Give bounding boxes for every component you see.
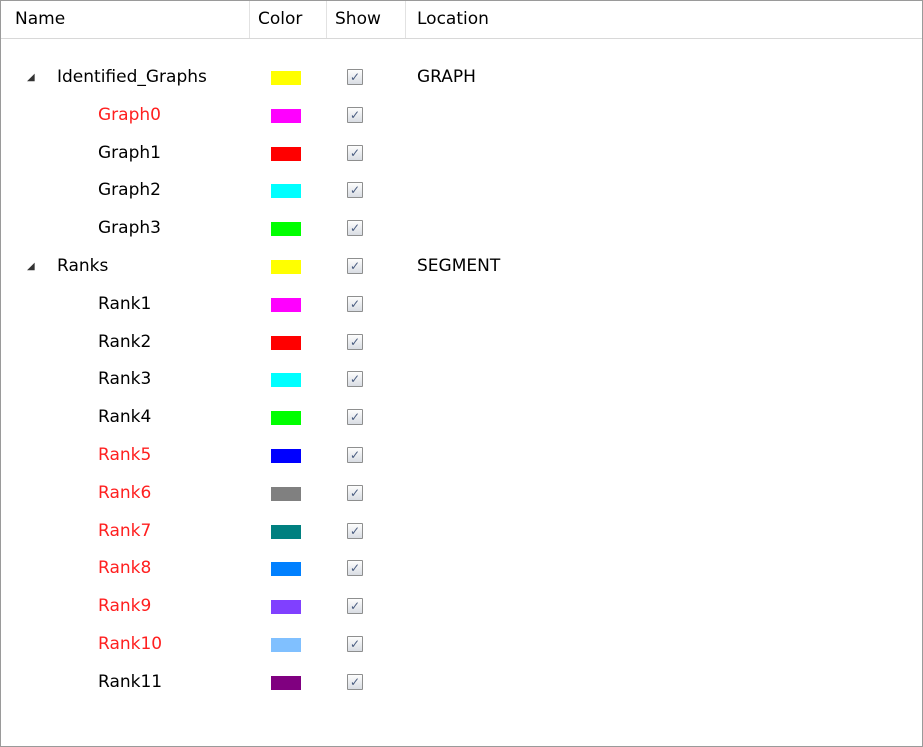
show-checkbox[interactable]: ✓	[347, 446, 363, 463]
checkmark-icon: ✓	[349, 296, 361, 311]
row-name-label: Ranks	[57, 255, 109, 276]
tree-item-row[interactable]: Rank8 ✓	[1, 550, 922, 588]
row-name-label: Rank8	[98, 558, 152, 579]
color-swatch[interactable]	[271, 486, 301, 501]
row-name-label: Graph1	[98, 142, 161, 163]
show-checkbox[interactable]: ✓	[347, 295, 363, 312]
show-checkbox[interactable]: ✓	[347, 635, 363, 652]
checkmark-icon: ✓	[349, 485, 361, 500]
show-checkbox[interactable]: ✓	[347, 69, 363, 85]
row-name-label: Rank2	[98, 331, 152, 352]
checkmark-icon: ✓	[349, 674, 361, 689]
column-header-color[interactable]: Color	[250, 1, 327, 38]
color-swatch[interactable]	[271, 562, 301, 577]
row-name-label: Graph3	[98, 218, 161, 239]
color-swatch[interactable]	[271, 146, 301, 161]
tree-item-row[interactable]: Graph2 ✓	[1, 172, 922, 210]
show-checkbox[interactable]: ✓	[347, 106, 363, 123]
tree-item-row[interactable]: Rank11 ✓	[1, 664, 922, 702]
row-location-label: SEGMENT	[417, 255, 501, 276]
checkmark-icon: ✓	[349, 410, 361, 425]
checkmark-icon: ✓	[349, 599, 361, 614]
color-swatch[interactable]	[271, 222, 301, 237]
color-swatch[interactable]	[271, 71, 301, 85]
tree-item-row[interactable]: Rank2 ✓	[1, 324, 922, 362]
show-checkbox[interactable]: ✓	[347, 484, 363, 501]
row-name-label: Graph0	[98, 104, 161, 125]
row-name-label: Rank9	[98, 596, 152, 617]
row-name-label: Identified_Graphs	[57, 67, 207, 87]
tree-item-row[interactable]: Rank9 ✓	[1, 588, 922, 626]
show-checkbox[interactable]: ✓	[347, 333, 363, 350]
show-checkbox[interactable]: ✓	[347, 144, 363, 161]
checkmark-icon: ✓	[349, 334, 361, 349]
tree-item-row[interactable]: Rank7 ✓	[1, 513, 922, 551]
show-checkbox[interactable]: ✓	[347, 257, 363, 274]
show-checkbox[interactable]: ✓	[347, 409, 363, 426]
color-swatch[interactable]	[271, 448, 301, 463]
column-header-show[interactable]: Show	[327, 1, 406, 38]
checkmark-icon: ✓	[349, 561, 361, 576]
color-swatch[interactable]	[271, 675, 301, 690]
show-checkbox[interactable]: ✓	[347, 560, 363, 577]
show-checkbox[interactable]: ✓	[347, 598, 363, 615]
tree-item-row[interactable]: Rank5 ✓	[1, 437, 922, 475]
row-name-label: Rank10	[98, 633, 163, 654]
tree-item-row[interactable]: Rank4 ✓	[1, 399, 922, 437]
row-name-label: Rank6	[98, 482, 152, 503]
color-swatch[interactable]	[271, 259, 301, 274]
expand-triangle-icon[interactable]: ◢	[27, 59, 35, 97]
checkmark-icon: ✓	[349, 183, 361, 198]
color-swatch[interactable]	[271, 411, 301, 426]
row-name-label: Rank5	[98, 444, 152, 465]
tree-item-row[interactable]: Rank6 ✓	[1, 475, 922, 513]
color-swatch[interactable]	[271, 524, 301, 539]
color-swatch[interactable]	[271, 600, 301, 615]
color-swatch[interactable]	[271, 184, 301, 199]
row-location-label: GRAPH	[417, 67, 476, 87]
column-header: Name Color Show Location	[1, 1, 922, 39]
color-swatch[interactable]	[271, 108, 301, 123]
show-checkbox[interactable]: ✓	[347, 220, 363, 237]
show-checkbox[interactable]: ✓	[347, 182, 363, 199]
checkmark-icon: ✓	[349, 107, 361, 122]
column-header-name[interactable]: Name	[1, 1, 250, 38]
show-checkbox[interactable]: ✓	[347, 522, 363, 539]
tree-rows: ◢ Identified_Graphs ✓ GRAPH Graph0 ✓ Graph1 ✓ Gr…	[1, 59, 922, 702]
expand-triangle-icon[interactable]: ◢	[27, 248, 35, 286]
checkmark-icon: ✓	[349, 221, 361, 236]
layer-tree-view[interactable]: Name Color Show Location ◢ Identified_Gra…	[0, 0, 923, 747]
checkmark-icon: ✓	[349, 70, 361, 84]
row-name-label: Rank7	[98, 520, 152, 541]
checkmark-icon: ✓	[349, 636, 361, 651]
tree-item-row[interactable]: Graph0 ✓	[1, 97, 922, 135]
color-swatch[interactable]	[271, 335, 301, 350]
checkmark-icon: ✓	[349, 258, 361, 273]
show-checkbox[interactable]: ✓	[347, 673, 363, 690]
color-swatch[interactable]	[271, 297, 301, 312]
tree-item-row[interactable]: Rank1 ✓	[1, 286, 922, 324]
tree-item-row[interactable]: Rank3 ✓	[1, 361, 922, 399]
row-name-label: Rank3	[98, 369, 152, 390]
tree-item-row[interactable]: Rank10 ✓	[1, 626, 922, 664]
tree-item-row[interactable]: Graph1 ✓	[1, 135, 922, 173]
checkmark-icon: ✓	[349, 447, 361, 462]
row-name-label: Rank4	[98, 407, 152, 428]
tree-group-row[interactable]: ◢ Identified_Graphs ✓ GRAPH	[1, 59, 922, 97]
row-name-label: Graph2	[98, 180, 161, 201]
row-name-label: Rank1	[98, 293, 152, 314]
checkmark-icon: ✓	[349, 523, 361, 538]
show-checkbox[interactable]: ✓	[347, 371, 363, 388]
column-header-location[interactable]: Location	[406, 1, 922, 38]
tree-item-row[interactable]: Graph3 ✓	[1, 210, 922, 248]
row-name-label: Rank11	[98, 671, 163, 692]
checkmark-icon: ✓	[349, 372, 361, 387]
checkmark-icon: ✓	[349, 145, 361, 160]
tree-group-row[interactable]: ◢ Ranks ✓ SEGMENT	[1, 248, 922, 286]
color-swatch[interactable]	[271, 637, 301, 652]
color-swatch[interactable]	[271, 373, 301, 388]
